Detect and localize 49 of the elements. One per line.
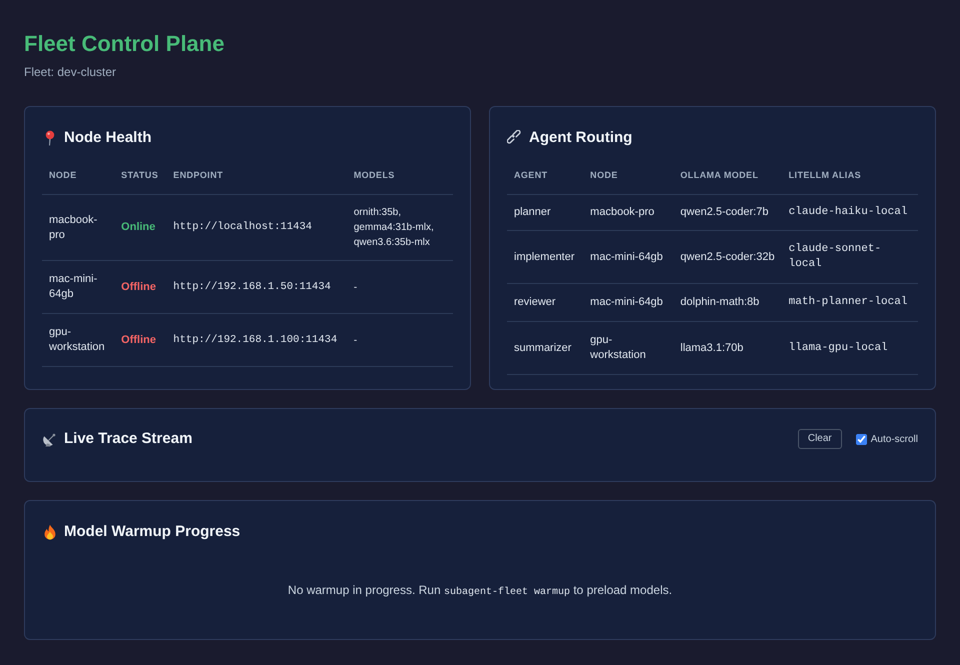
column-header: MODELS bbox=[346, 157, 453, 194]
model-cell: llama3.1:70b bbox=[673, 322, 782, 374]
fleet-name: Fleet: dev-cluster bbox=[24, 64, 118, 80]
alias-cell: claude-sonnet-local bbox=[782, 230, 918, 284]
node-cell: mac-mini-64gb bbox=[583, 230, 674, 284]
card-title: Agent Routing bbox=[529, 128, 632, 148]
card-title: Node Health bbox=[64, 128, 152, 148]
agent-cell: planner bbox=[507, 194, 584, 230]
agent-cell: summarizer bbox=[507, 322, 584, 374]
endpoint-cell: http://localhost:11434 bbox=[166, 194, 347, 260]
node-cell: gpu-workstation bbox=[583, 322, 674, 374]
node-cell: mac-mini-64gb bbox=[583, 284, 674, 322]
alias-cell: claude-haiku-local bbox=[782, 194, 918, 230]
status-cell: Offline bbox=[114, 260, 166, 314]
column-header: AGENT bbox=[507, 157, 584, 194]
column-header: OLLAMA MODEL bbox=[673, 157, 782, 194]
model-cell: qwen2.5-coder:32b bbox=[673, 230, 782, 284]
card-title: Model Warmup Progress bbox=[64, 522, 240, 542]
model-cell: dolphin-math:8b bbox=[673, 284, 782, 322]
column-header: ENDPOINT bbox=[166, 157, 347, 194]
model-cell: qwen2.5-coder:7b bbox=[673, 194, 782, 230]
node-cell: macbook-pro bbox=[583, 194, 674, 230]
link-icon bbox=[507, 130, 523, 146]
clear-button[interactable]: Clear bbox=[798, 429, 842, 449]
agent-cell: implementer bbox=[507, 230, 584, 284]
models-cell: ornith:35b, gemma4:31b-mlx, qwen3.6:35b-mlx bbox=[346, 194, 453, 260]
status-cell: Offline bbox=[114, 314, 166, 366]
column-header: LITELLM ALIAS bbox=[782, 157, 918, 194]
warmup-status-message: No warmup in progress. Run subagent-fleet warmup to preload models. bbox=[286, 582, 674, 600]
auto-scroll-label: Auto-scroll bbox=[870, 434, 918, 444]
satellite-dish-icon bbox=[42, 431, 58, 447]
endpoint-cell: http://192.168.1.50:11434 bbox=[166, 260, 347, 314]
agent-cell: reviewer bbox=[507, 284, 584, 322]
column-header: NODE bbox=[583, 157, 674, 194]
auto-scroll-checkbox[interactable] bbox=[856, 434, 867, 444]
alias-cell: llama-gpu-local bbox=[782, 322, 918, 374]
alias-cell: math-planner-local bbox=[782, 284, 918, 322]
column-header: STATUS bbox=[114, 157, 166, 194]
node-cell: macbook-pro bbox=[42, 194, 114, 260]
flame-icon bbox=[42, 524, 58, 540]
node-cell: mac-mini-64gb bbox=[42, 260, 114, 314]
node-cell: gpu-workstation bbox=[42, 314, 114, 366]
column-header: NODE bbox=[42, 157, 114, 194]
models-cell: - bbox=[346, 314, 453, 366]
endpoint-cell: http://192.168.1.100:11434 bbox=[166, 314, 347, 366]
page-title: Fleet Control Plane bbox=[24, 30, 226, 58]
card-title: Live Trace Stream bbox=[64, 429, 192, 449]
status-cell: Online bbox=[114, 194, 166, 260]
models-cell: - bbox=[346, 260, 453, 314]
